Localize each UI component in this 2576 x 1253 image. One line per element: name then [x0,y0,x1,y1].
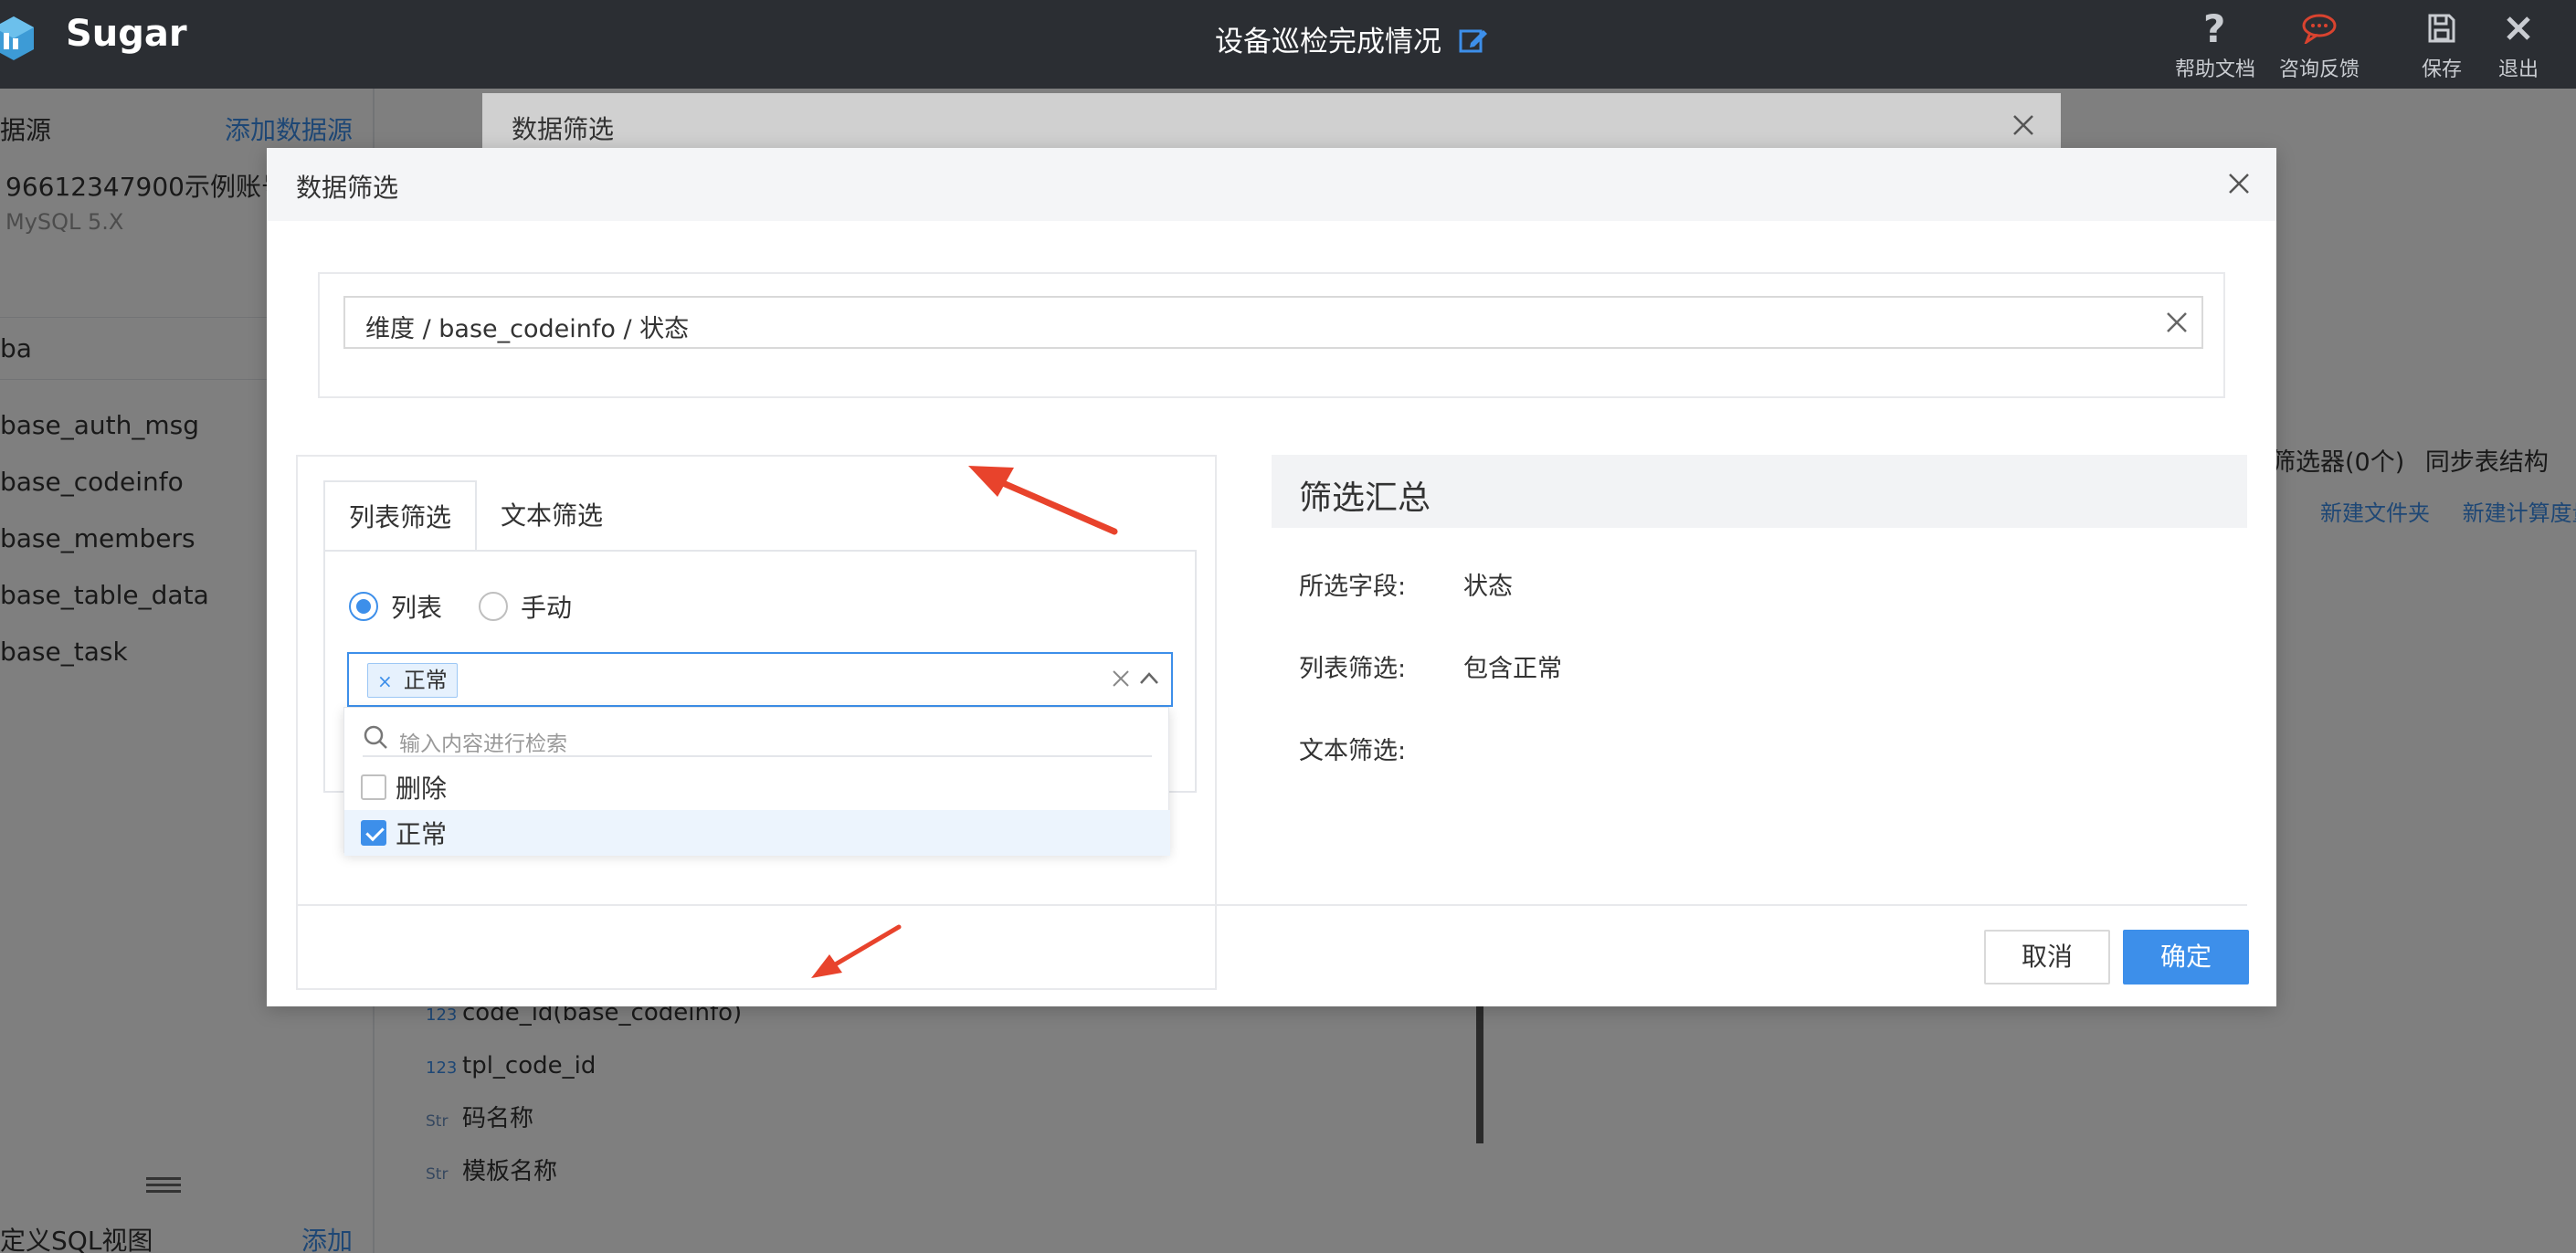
radio-unchecked-icon [479,592,509,621]
page-title-text: 设备巡检完成情况 [1215,26,1441,58]
value-dropdown: 输入内容进行检索 删除 正常 [343,707,1170,856]
chat-icon [2269,7,2370,49]
chevron-up-icon[interactable] [1138,669,1160,692]
cancel-button[interactable]: 取消 [1984,930,2110,984]
tab-list-filter[interactable]: 列表筛选 [323,480,477,552]
selected-tag: × 正常 [367,663,458,698]
field-path-text: 维度 / base_codeinfo / 状态 [365,315,690,343]
radio-list[interactable]: 列表 [349,588,442,625]
option-item[interactable]: 正常 [344,810,1170,856]
close-icon[interactable] [2227,172,2251,199]
dialog-header: 数据筛选 [267,148,2276,221]
clear-icon[interactable] [2165,311,2189,338]
clear-icon[interactable] [1111,669,1131,692]
summary-row: 所选字段: 状态 [1299,573,1513,601]
page-title[interactable]: 设备巡检完成情况 [1215,18,1489,63]
footer-divider [296,904,2247,906]
top-bar: Sugar 设备巡检完成情况 ? 帮助文档 咨询反馈 保存 退出 [0,0,2576,89]
annotation-arrow-icon [968,466,1118,535]
field-path-box: 维度 / base_codeinfo / 状态 [318,272,2225,398]
checkbox-unchecked-icon[interactable] [361,774,386,800]
summary-row: 列表筛选: 包含正常 [1299,655,1562,683]
svg-text:?: ? [2203,9,2225,47]
dialog-title: 数据筛选 [296,173,399,203]
exit-button[interactable]: 退出 [2468,7,2569,82]
data-filter-dialog: 数据筛选 维度 / base_codeinfo / 状态 列表筛选 文本筛选 列… [267,148,2276,1006]
mode-radio-group: 列表 手动 [349,588,608,625]
close-icon [2468,7,2569,49]
question-icon: ? [2165,7,2265,49]
search-placeholder: 输入内容进行检索 [399,732,567,756]
feedback-button[interactable]: 咨询反馈 [2269,7,2370,82]
tab-text-filter[interactable]: 文本筛选 [501,480,656,552]
field-path-input[interactable]: 维度 / base_codeinfo / 状态 [343,296,2203,349]
radio-checked-icon [349,592,378,621]
summary-title: 筛选汇总 [1299,479,1431,517]
annotation-arrow-icon [811,924,902,978]
logo-text: Sugar [66,13,187,55]
option-item[interactable]: 删除 [344,764,1170,810]
value-multiselect[interactable]: × 正常 [347,652,1173,707]
background-modal-title: 数据筛选 [512,114,615,144]
help-docs-button[interactable]: ? 帮助文档 [2165,7,2265,82]
sugar-logo-icon [0,15,37,62]
checkbox-checked-icon[interactable] [361,820,386,846]
search-icon [363,724,388,753]
edit-icon[interactable] [1458,25,1489,63]
close-icon[interactable] [2011,113,2035,141]
dropdown-search[interactable]: 输入内容进行检索 [363,721,1152,757]
remove-tag-icon[interactable]: × [377,670,393,692]
summary-row: 文本筛选: [1299,737,1407,765]
confirm-button[interactable]: 确定 [2123,930,2249,984]
radio-manual[interactable]: 手动 [479,588,572,625]
summary-header: 筛选汇总 [1272,455,2247,528]
